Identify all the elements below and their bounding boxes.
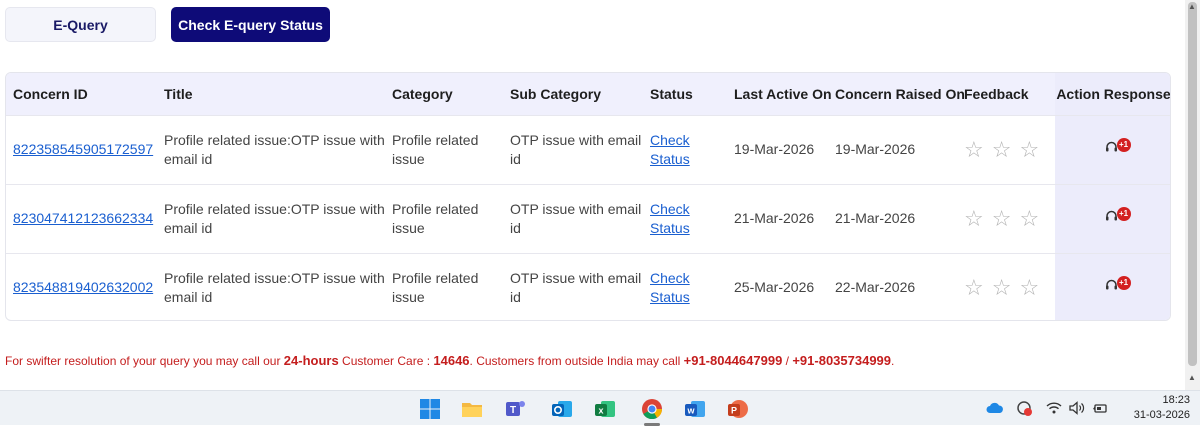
header-feedback: Feedback	[964, 85, 1029, 102]
category-cell: Profile related issue	[392, 131, 479, 167]
title-cell: Profile related issue:OTP issue with ema…	[164, 269, 385, 305]
response-count-badge: +1	[1116, 138, 1131, 152]
windows-taskbar: T x w P 18:23 31-03-2026	[0, 390, 1200, 426]
clock-time: 18:23	[1162, 394, 1190, 406]
vertical-scrollbar[interactable]: ▲ ▲	[1185, 0, 1200, 390]
feedback-stars: ☆ ☆ ☆	[964, 207, 1055, 230]
concern-id-link[interactable]: 823047412123662334	[13, 210, 153, 226]
star-icon[interactable]: ☆	[964, 138, 984, 161]
star-icon[interactable]: ☆	[964, 276, 984, 299]
word-icon[interactable]: w	[683, 397, 707, 421]
star-icon[interactable]: ☆	[964, 207, 984, 230]
title-cell: Profile related issue:OTP issue with ema…	[164, 131, 385, 167]
svg-text:P: P	[731, 406, 737, 416]
windows-start-icon[interactable]	[418, 397, 442, 421]
last-active-cell: 25-Mar-2026	[734, 279, 815, 296]
title-cell: Profile related issue:OTP issue with ema…	[164, 200, 385, 236]
powerpoint-icon[interactable]: P	[726, 397, 750, 421]
star-icon[interactable]: ☆	[1019, 207, 1039, 230]
header-status: Status	[650, 85, 693, 102]
header-concern-raised-on: Concern Raised On	[835, 85, 965, 102]
last-active-cell: 21-Mar-2026	[734, 210, 815, 226]
header-action-response: Action Response	[1055, 73, 1170, 115]
response-count-badge: +1	[1116, 276, 1131, 291]
check-status-link[interactable]: Check Status	[650, 201, 690, 236]
outlook-icon[interactable]	[550, 397, 574, 421]
sub-category-cell: OTP issue with email id	[510, 131, 642, 167]
wifi-icon[interactable]	[1046, 402, 1062, 414]
concern-id-link[interactable]: 823548819402632002	[13, 279, 153, 295]
feedback-stars: ☆ ☆ ☆	[964, 138, 1055, 161]
table-row: 822358545905172597 Profile related issue…	[6, 115, 1170, 184]
raised-on-cell: 22-Mar-2026	[835, 279, 916, 296]
sub-category-cell: OTP issue with email id	[510, 269, 642, 305]
action-response-button[interactable]: +1	[1099, 276, 1131, 294]
teams-icon[interactable]: T	[503, 397, 527, 421]
volume-icon[interactable]	[1069, 401, 1085, 415]
star-icon[interactable]: ☆	[1019, 276, 1039, 299]
header-last-active-on: Last Active On	[734, 85, 832, 102]
headset-icon	[1105, 280, 1117, 290]
file-explorer-icon[interactable]	[460, 397, 484, 421]
clock-date: 31-03-2026	[1133, 409, 1190, 421]
svg-text:x: x	[598, 406, 603, 416]
raised-on-cell: 21-Mar-2026	[835, 210, 916, 226]
scroll-up-arrow-icon[interactable]: ▲	[1188, 2, 1196, 11]
scrollbar-thumb[interactable]	[1188, 2, 1197, 366]
category-cell: Profile related issue	[392, 269, 479, 305]
table-row: 823047412123662334 Profile related issue…	[6, 184, 1170, 253]
check-status-link[interactable]: Check Status	[650, 270, 690, 305]
feedback-stars: ☆ ☆ ☆	[964, 276, 1055, 299]
headset-icon	[1105, 141, 1117, 152]
response-count-badge: +1	[1116, 207, 1131, 221]
category-cell: Profile related issue	[392, 200, 479, 236]
action-response-button[interactable]: +1	[1099, 138, 1131, 156]
battery-icon[interactable]	[1092, 401, 1108, 415]
sub-category-cell: OTP issue with email id	[510, 200, 642, 236]
table-header-row: Concern ID Title Category Sub Category S…	[6, 73, 1170, 115]
svg-text:w: w	[686, 406, 695, 416]
check-status-link[interactable]: Check Status	[650, 132, 690, 167]
recording-icon[interactable]	[1016, 400, 1034, 418]
raised-on-cell: 19-Mar-2026	[835, 141, 916, 157]
customer-care-notice: For swifter resolution of your query you…	[5, 353, 895, 368]
star-icon[interactable]: ☆	[992, 207, 1012, 230]
star-icon[interactable]: ☆	[1019, 138, 1039, 161]
chrome-icon[interactable]	[640, 397, 664, 421]
page: E-Query Check E-query Status Concern ID …	[0, 0, 1185, 390]
concerns-table-card: Concern ID Title Category Sub Category S…	[5, 72, 1171, 321]
concerns-table: Concern ID Title Category Sub Category S…	[6, 73, 1170, 320]
excel-icon[interactable]: x	[593, 397, 617, 421]
tab-e-query[interactable]: E-Query	[5, 7, 156, 42]
scroll-down-arrow-icon[interactable]: ▲	[1188, 373, 1196, 382]
onedrive-icon[interactable]	[986, 402, 1004, 414]
last-active-cell: 19-Mar-2026	[734, 141, 815, 157]
action-response-button[interactable]: +1	[1099, 207, 1131, 225]
table-row: 823548819402632002 Profile related issue…	[6, 253, 1170, 320]
header-category: Category	[392, 85, 453, 102]
tab-check-e-query-status[interactable]: Check E-query Status	[171, 7, 330, 42]
svg-text:T: T	[510, 405, 516, 416]
header-title: Title	[164, 85, 193, 102]
star-icon[interactable]: ☆	[992, 138, 1012, 161]
header-sub-category: Sub Category	[510, 85, 602, 102]
star-icon[interactable]: ☆	[992, 276, 1012, 299]
concern-id-link[interactable]: 822358545905172597	[13, 141, 153, 157]
taskbar-clock[interactable]: 18:23 31-03-2026	[1120, 393, 1190, 423]
headset-icon	[1105, 210, 1117, 221]
header-concern-id: Concern ID	[13, 85, 88, 102]
